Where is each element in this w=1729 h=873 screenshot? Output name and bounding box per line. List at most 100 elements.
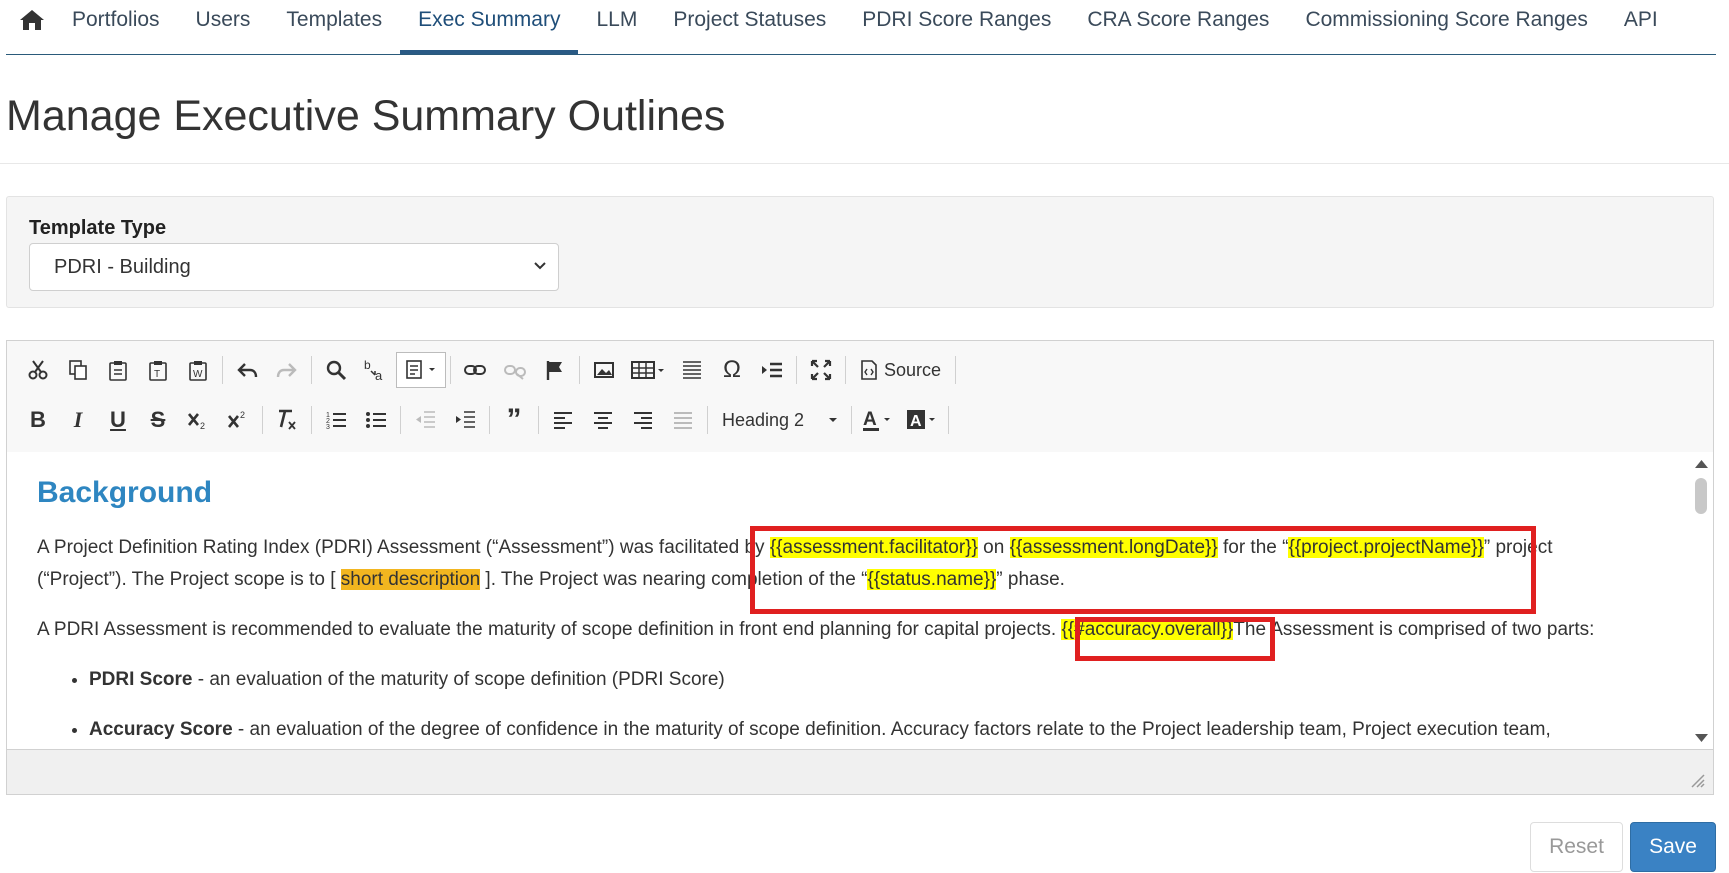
tab-portfolios[interactable]: Portfolios: [54, 0, 178, 46]
table-icon[interactable]: [624, 353, 672, 387]
bulleted-list-icon[interactable]: [356, 403, 396, 437]
special-char-omega-icon[interactable]: Ω: [712, 353, 752, 387]
svg-text:b: b: [364, 358, 371, 372]
tab-exec-summary[interactable]: Exec Summary: [400, 0, 579, 54]
content-paragraph-1: A Project Definition Rating Index (PDRI)…: [37, 537, 1553, 558]
tab-users[interactable]: Users: [178, 0, 269, 46]
tab-api[interactable]: API: [1606, 0, 1676, 46]
align-right-icon[interactable]: [623, 403, 663, 437]
content-paragraph-2: (“Project”). The Project scope is to [ s…: [37, 569, 1065, 590]
align-left-icon[interactable]: [543, 403, 583, 437]
undo-icon[interactable]: [227, 353, 267, 387]
home-icon[interactable]: [10, 0, 54, 40]
subscript-icon[interactable]: 2: [178, 403, 218, 437]
toolbar-row-2: B I U S 2 2 123 ” Heading 2 A A: [18, 400, 953, 440]
anchor-flag-icon[interactable]: [535, 353, 575, 387]
tab-pdri-score-ranges[interactable]: PDRI Score Ranges: [844, 0, 1069, 46]
tab-project-statuses[interactable]: Project Statuses: [655, 0, 844, 46]
toolbar-separator: [489, 406, 490, 434]
tab-llm[interactable]: LLM: [578, 0, 655, 46]
toolbar-separator: [579, 356, 580, 384]
toolbar-separator: [955, 356, 957, 384]
toolbar-separator: [845, 356, 846, 384]
format-combo-value: Heading 2: [722, 409, 805, 430]
strikethrough-icon[interactable]: S: [138, 403, 178, 437]
svg-text:2: 2: [240, 410, 245, 420]
tab-cra-score-ranges[interactable]: CRA Score Ranges: [1069, 0, 1287, 46]
remove-format-icon[interactable]: [267, 403, 307, 437]
maximize-icon[interactable]: [801, 353, 841, 387]
image-icon[interactable]: [584, 353, 624, 387]
placeholder-accuracy-overall: {{#accuracy.overall}}: [1061, 619, 1234, 640]
placeholder-status-name: {{status.name}}: [867, 569, 997, 590]
template-type-value: PDRI - Building: [54, 256, 191, 278]
template-type-select[interactable]: PDRI - Building: [29, 243, 559, 291]
page-title: Manage Executive Summary Outlines: [6, 92, 726, 140]
paste-word-icon[interactable]: W: [178, 353, 218, 387]
replace-icon[interactable]: ba: [356, 353, 396, 387]
align-center-icon[interactable]: [583, 403, 623, 437]
source-icon: [861, 360, 877, 380]
template-type-panel: Template Type PDRI - Building: [6, 196, 1714, 308]
unlink-icon[interactable]: [495, 353, 535, 387]
svg-text:3: 3: [326, 424, 330, 431]
page-break-icon[interactable]: [752, 353, 792, 387]
placeholder-long-date: {{assessment.longDate}}: [1009, 537, 1218, 558]
chevron-down-icon: [530, 256, 550, 276]
placeholder-facilitator: {{assessment.facilitator}}: [769, 537, 978, 558]
top-nav: Portfolios Users Templates Exec Summary …: [6, 0, 1716, 55]
toolbar-separator: [311, 356, 312, 384]
format-combo[interactable]: Heading 2: [712, 403, 847, 437]
editor-content[interactable]: Background A Project Definition Rating I…: [7, 452, 1692, 749]
source-label: Source: [884, 359, 942, 380]
svg-text:a: a: [375, 368, 383, 383]
toolbar-separator: [222, 356, 223, 384]
text-color-icon[interactable]: A: [856, 403, 900, 437]
editor-scrollbar[interactable]: [1690, 452, 1713, 749]
blockquote-icon[interactable]: ”: [494, 403, 534, 437]
toolbar-separator: [707, 406, 708, 434]
list-item: PDRI Score - an evaluation of the maturi…: [89, 664, 1551, 696]
toolbar-separator: [262, 406, 263, 434]
find-icon[interactable]: [316, 353, 356, 387]
horizontal-line-icon[interactable]: [672, 353, 712, 387]
toolbar-row-1: T W ba Ω Source: [18, 350, 960, 390]
superscript-icon[interactable]: 2: [218, 403, 258, 437]
content-list: PDRI Score - an evaluation of the maturi…: [37, 664, 1551, 746]
link-icon[interactable]: [455, 353, 495, 387]
underline-icon[interactable]: U: [98, 403, 138, 437]
outdent-icon[interactable]: [405, 403, 445, 437]
toolbar-separator: [796, 356, 797, 384]
justify-icon[interactable]: [663, 403, 703, 437]
cut-icon[interactable]: [18, 353, 58, 387]
background-color-icon[interactable]: A: [900, 403, 944, 437]
tab-commissioning-score-ranges[interactable]: Commissioning Score Ranges: [1287, 0, 1605, 46]
redo-icon[interactable]: [267, 353, 307, 387]
source-button[interactable]: Source: [850, 360, 951, 381]
reset-button[interactable]: Reset: [1530, 822, 1623, 872]
copy-icon[interactable]: [58, 353, 98, 387]
list-item: Accuracy Score - an evaluation of the de…: [89, 714, 1551, 746]
toolbar-separator: [450, 356, 451, 384]
paste-text-icon[interactable]: T: [138, 353, 178, 387]
svg-text:A: A: [863, 409, 877, 430]
content-heading: Background: [37, 476, 213, 509]
placeholder-short-description: short description: [340, 569, 481, 590]
numbered-list-icon[interactable]: 123: [316, 403, 356, 437]
bold-icon[interactable]: B: [18, 403, 58, 437]
paste-icon[interactable]: [98, 353, 138, 387]
save-button[interactable]: Save: [1630, 822, 1716, 872]
editor-statusbar: [7, 749, 1713, 794]
toolbar-separator: [311, 406, 312, 434]
caret-down-icon: [829, 418, 837, 422]
templates-dropdown-icon[interactable]: [396, 352, 446, 388]
divider: [0, 163, 1729, 164]
indent-icon[interactable]: [445, 403, 485, 437]
tab-templates[interactable]: Templates: [268, 0, 400, 46]
svg-text:W: W: [193, 369, 203, 380]
placeholder-project-name: {{project.projectName}}: [1288, 537, 1484, 558]
svg-text:2: 2: [200, 421, 205, 431]
resize-handle-icon[interactable]: [1691, 774, 1705, 788]
italic-icon[interactable]: I: [58, 403, 98, 437]
template-type-label: Template Type: [29, 217, 167, 239]
